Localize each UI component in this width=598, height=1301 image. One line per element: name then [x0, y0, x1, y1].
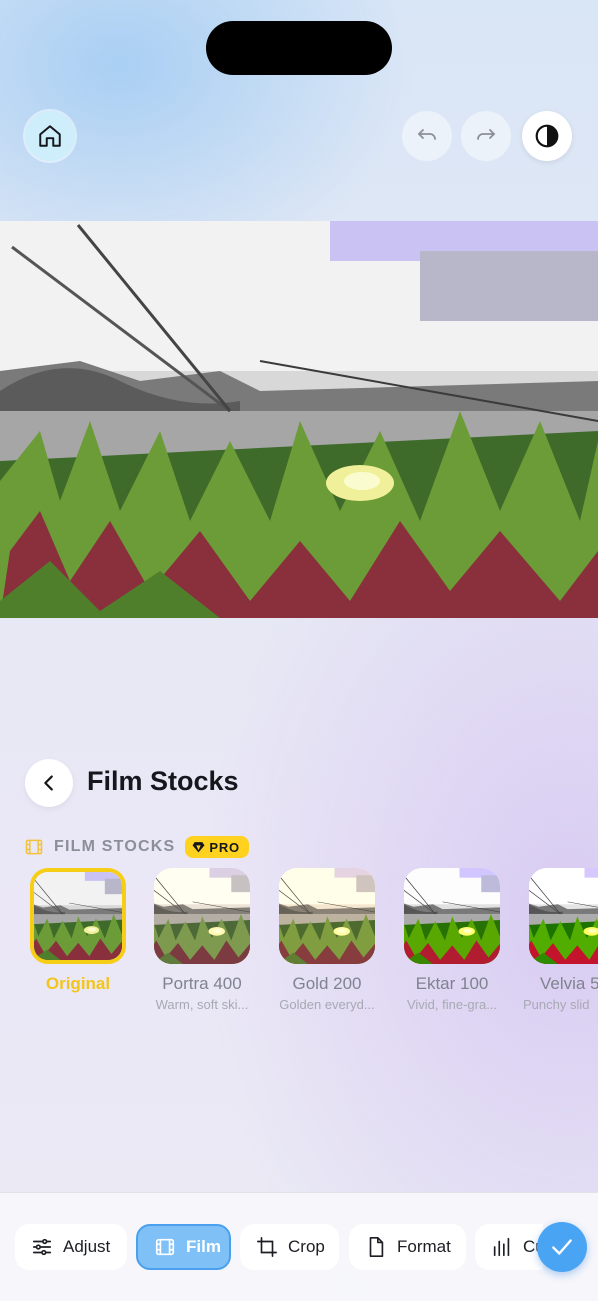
- panel-title: Film Stocks: [87, 766, 239, 796]
- photo-preview[interactable]: [0, 221, 598, 618]
- tool-label: Format: [397, 1237, 451, 1256]
- film-stock-ektar-100[interactable]: Ektar 100 Vivid, fine-gra...: [390, 868, 514, 1012]
- film-stock-thumbnail: [529, 868, 598, 964]
- diamond-icon: [192, 842, 205, 853]
- film-stock-description: Punchy slid: [523, 997, 590, 1012]
- tool-film[interactable]: Film: [136, 1224, 231, 1270]
- compare-button[interactable]: [522, 111, 572, 161]
- film-stock-description: Golden everyd...: [279, 997, 375, 1012]
- tool-label: Adjust: [63, 1237, 111, 1256]
- done-button[interactable]: [537, 1222, 587, 1272]
- tool-label: Crop: [288, 1237, 325, 1256]
- tool-format[interactable]: Format: [349, 1224, 466, 1270]
- chevron-left-icon: [44, 775, 53, 791]
- bottom-toolbar: Adjust Film Crop Format Cu: [0, 1192, 598, 1301]
- film-stock-thumbnail: [154, 868, 250, 964]
- film-stock-description: Vivid, fine-gra...: [406, 997, 498, 1012]
- pro-badge[interactable]: PRO: [185, 836, 249, 858]
- film-stock-portra-400[interactable]: Portra 400 Warm, soft ski...: [140, 868, 264, 1012]
- dynamic-island: [206, 21, 392, 75]
- film-stock-description: Warm, soft ski...: [155, 997, 249, 1012]
- contrast-half-circle-icon: [535, 124, 559, 148]
- film-stock-name: Velvia 5: [540, 974, 598, 993]
- tool-curves[interactable]: Cu: [475, 1224, 543, 1270]
- sliders-icon: [32, 1238, 52, 1256]
- film-stock-name: Gold 200: [292, 974, 362, 993]
- film-stock-name: Original: [45, 974, 111, 993]
- crop-icon: [257, 1237, 277, 1257]
- checkmark-icon: [552, 1239, 572, 1255]
- back-button[interactable]: [25, 759, 73, 807]
- redo-button[interactable]: [461, 111, 511, 161]
- film-icon: [25, 839, 43, 855]
- section-label: FILM STOCKS: [54, 838, 176, 855]
- film-stock-thumbnail: [30, 868, 126, 964]
- film-stock-thumbnail: [279, 868, 375, 964]
- home-button[interactable]: [25, 111, 75, 161]
- house-icon: [39, 125, 61, 147]
- film-stock-name: Ektar 100: [415, 974, 489, 993]
- tool-adjust[interactable]: Adjust: [15, 1224, 127, 1270]
- section-header: FILM STOCKS PRO: [24, 835, 249, 859]
- film-stock-thumbnail: [404, 868, 500, 964]
- film-icon: [155, 1238, 175, 1256]
- document-icon: [369, 1237, 384, 1257]
- film-stock-name: Portra 400: [162, 974, 242, 993]
- undo-arrow-icon: [417, 129, 436, 140]
- tool-crop[interactable]: Crop: [240, 1224, 339, 1270]
- undo-button[interactable]: [402, 111, 452, 161]
- film-stock-gold-200[interactable]: Gold 200 Golden everyd...: [265, 868, 389, 1012]
- bar-chart-icon: [493, 1237, 510, 1257]
- film-stock-list[interactable]: Original Portra 400 Warm, soft ski... Go…: [0, 868, 598, 1018]
- film-stock-original[interactable]: Original: [16, 868, 140, 997]
- pro-badge-label: PRO: [209, 839, 240, 855]
- film-stock-velvia[interactable]: Velvia 5 Punchy slid: [515, 868, 598, 1012]
- photo-image: [0, 221, 598, 618]
- redo-arrow-icon: [477, 129, 496, 140]
- tool-label: Film: [186, 1237, 221, 1256]
